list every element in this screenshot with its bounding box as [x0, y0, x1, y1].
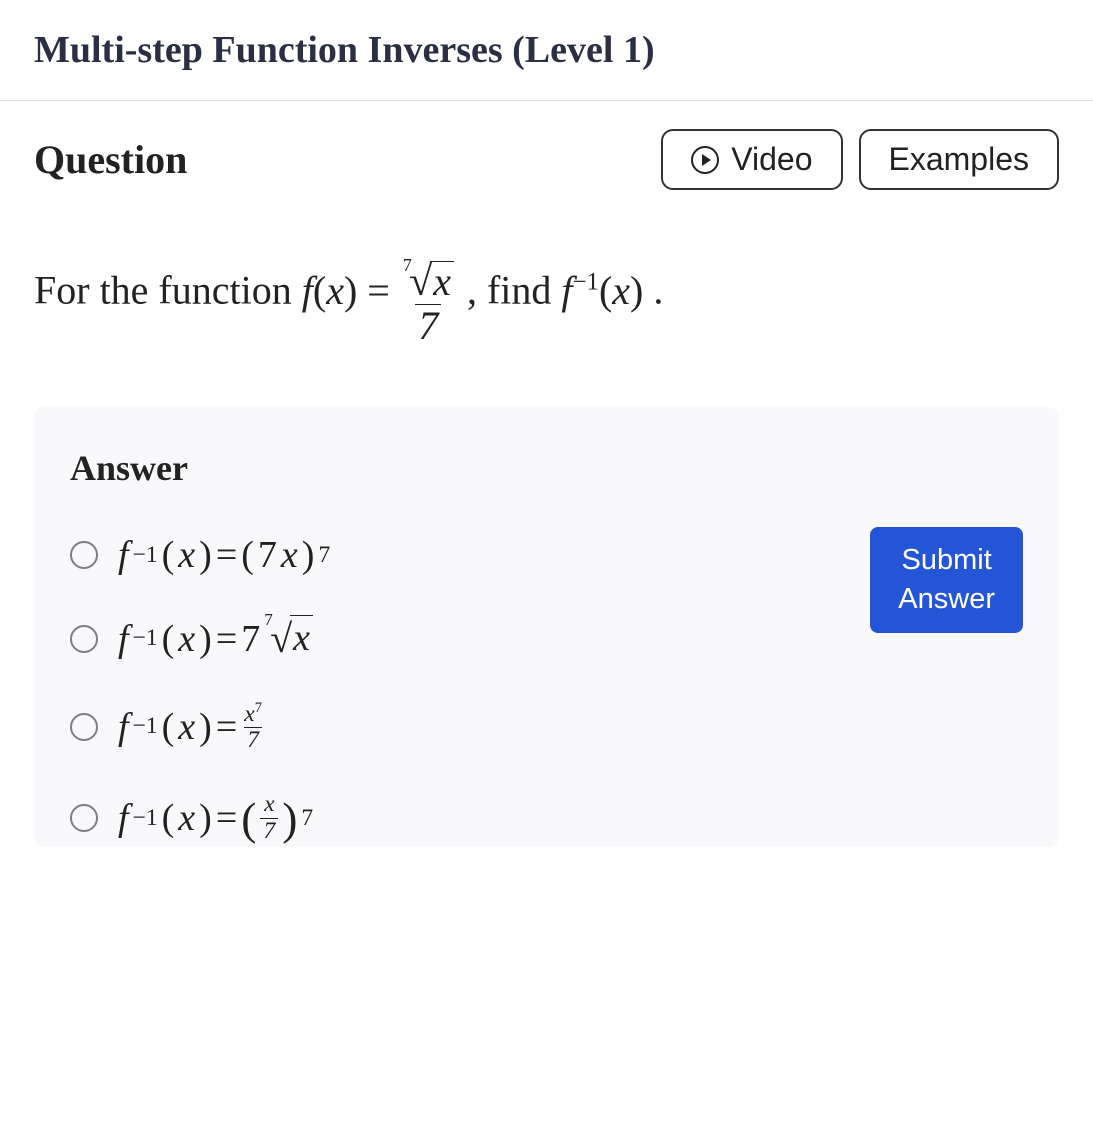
answer-section: Answer f−1(x) = (7x)7 f−1(x) = 7 7 √ — [34, 407, 1059, 847]
page-title: Multi-step Function Inverses (Level 1) — [34, 28, 1059, 72]
radio-icon — [70, 541, 98, 569]
question-section: Question Video Examples For the function… — [0, 101, 1093, 357]
prompt-find: , find — [467, 268, 561, 313]
answer-label: Answer — [70, 447, 1023, 489]
answer-options: f−1(x) = (7x)7 f−1(x) = 7 7 √ x — [70, 533, 850, 845]
submit-label: SubmitAnswer — [898, 544, 995, 615]
radicand: x — [430, 261, 454, 302]
question-prompt: For the function f(x) = 7 √ x 7 , find f… — [34, 242, 1059, 347]
option-1-math: f−1(x) = (7x)7 — [118, 533, 330, 577]
prompt-prefix: For the function — [34, 268, 302, 313]
submit-button[interactable]: SubmitAnswer — [870, 527, 1023, 633]
func-def: f(x) = 7 √ x 7 — [302, 268, 467, 313]
examples-button-label: Examples — [889, 141, 1030, 178]
radio-icon — [70, 625, 98, 653]
option-1[interactable]: f−1(x) = (7x)7 — [70, 533, 850, 577]
inverse-expr: f−1(x) — [561, 268, 653, 313]
examples-button[interactable]: Examples — [859, 129, 1060, 190]
answer-body: f−1(x) = (7x)7 f−1(x) = 7 7 √ x — [70, 533, 1023, 845]
play-icon — [691, 146, 719, 174]
video-button-label: Video — [731, 141, 812, 178]
video-button[interactable]: Video — [661, 129, 842, 190]
option-4-math: f−1(x) = ( x 7 )7 — [118, 792, 313, 845]
page-header: Multi-step Function Inverses (Level 1) — [0, 0, 1093, 101]
prompt-suffix: . — [653, 268, 663, 313]
option-2-math: f−1(x) = 7 7 √ x — [118, 615, 313, 662]
root-index: 7 — [403, 256, 412, 274]
question-label: Question — [34, 136, 187, 183]
radio-icon — [70, 713, 98, 741]
option-2[interactable]: f−1(x) = 7 7 √ x — [70, 615, 850, 662]
option-4[interactable]: f−1(x) = ( x 7 )7 — [70, 792, 850, 845]
radio-icon — [70, 804, 98, 832]
option-3-math: f−1(x) = x7 7 — [118, 700, 265, 754]
denominator: 7 — [415, 304, 441, 347]
question-row: Question Video Examples — [34, 129, 1059, 190]
option-3[interactable]: f−1(x) = x7 7 — [70, 700, 850, 754]
